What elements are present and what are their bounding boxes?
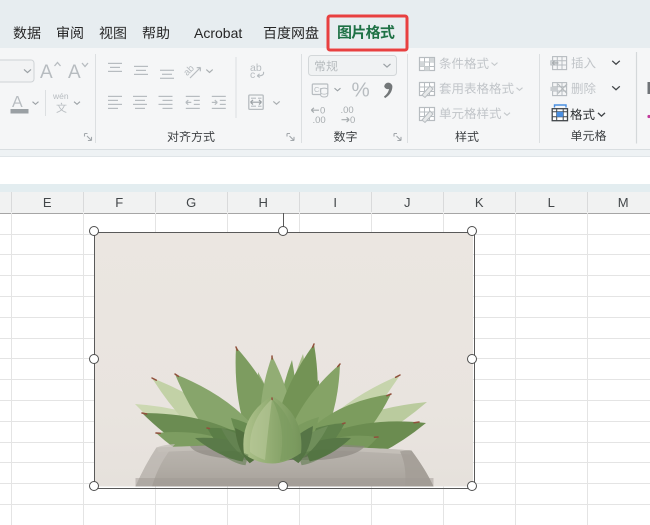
svg-text:.00: .00 (313, 115, 326, 126)
svg-text:A: A (12, 94, 23, 111)
svg-text:%: % (352, 79, 370, 102)
svg-text:c: c (250, 69, 255, 81)
svg-text:A: A (68, 62, 81, 83)
svg-text:0: 0 (350, 115, 355, 126)
svg-text:Acrobat: Acrobat (194, 25, 242, 41)
svg-text:ab: ab (182, 63, 197, 78)
svg-text:wén: wén (52, 91, 69, 101)
svg-text:A: A (40, 62, 53, 83)
